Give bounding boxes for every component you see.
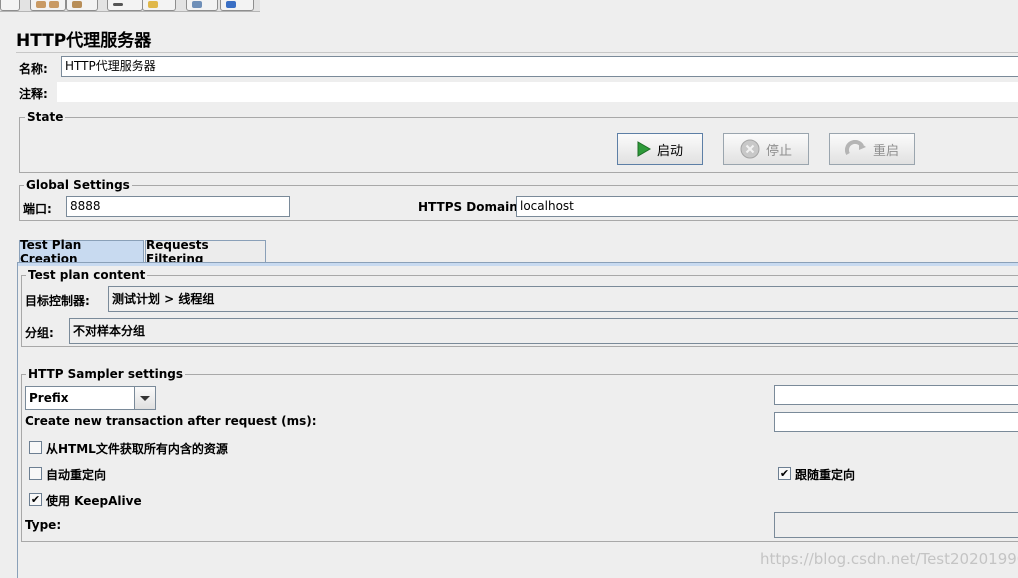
toolbar — [0, 0, 260, 12]
play-icon — [637, 141, 651, 157]
restart-button[interactable]: 重启 — [829, 133, 915, 165]
binoculars-icon — [113, 3, 123, 6]
comment-field[interactable] — [57, 82, 1018, 102]
comment-label: 注释: — [19, 87, 48, 101]
type-label: Type: — [25, 518, 62, 532]
global-settings-legend: Global Settings — [24, 178, 132, 192]
start-label: 启动 — [656, 143, 683, 159]
toolbar-button[interactable] — [30, 0, 66, 11]
restart-label: 重启 — [872, 143, 899, 159]
dropdown-button[interactable] — [134, 387, 155, 409]
follow-redirect-checkbox[interactable]: ✔ — [778, 467, 791, 480]
grouping-select[interactable]: 不对样本分组 — [69, 318, 1018, 344]
auto-redirect-label: 自动重定向 — [46, 468, 107, 482]
divider — [16, 52, 1018, 53]
target-controller-select[interactable]: 测试计划 > 线程组 — [108, 286, 1018, 312]
https-domains-field[interactable]: localhost — [516, 196, 1018, 217]
http-sampler-settings-legend: HTTP Sampler settings — [26, 367, 185, 381]
retrieve-resources-checkbox[interactable] — [29, 441, 42, 454]
toolbar-button[interactable] — [186, 0, 218, 11]
retrieve-resources-label: 从HTML文件获取所有内含的资源 — [46, 442, 228, 456]
broom-icon — [72, 1, 82, 8]
help-icon — [226, 1, 236, 8]
tab-strip — [18, 263, 1018, 266]
tab-test-plan-creation[interactable]: Test Plan Creation — [19, 238, 144, 266]
toolbar-button[interactable] — [142, 0, 176, 11]
stop-button[interactable]: 停止 — [723, 133, 809, 165]
port-label: 端口: — [23, 202, 52, 216]
target-controller-label: 目标控制器: — [25, 294, 90, 308]
keepalive-checkbox[interactable]: ✔ — [29, 493, 42, 506]
test-plan-content-legend: Test plan content — [26, 268, 148, 282]
toolbar-button[interactable] — [66, 0, 98, 11]
prefix-input[interactable] — [774, 385, 1018, 405]
type-field[interactable] — [774, 512, 1018, 538]
follow-redirect-label: 跟随重定向 — [795, 468, 856, 482]
tab-requests-filtering[interactable]: Requests Filtering — [145, 238, 266, 266]
stop-label: 停止 — [765, 143, 792, 159]
https-domains-label: HTTPS Domains: — [418, 200, 530, 214]
auto-redirect-checkbox[interactable] — [29, 467, 42, 480]
prefix-value: Prefix — [29, 391, 69, 405]
watermark-text: https://blog.csdn.net/Test20201990 — [760, 550, 1018, 568]
keepalive-label: 使用 KeepAlive — [46, 494, 142, 508]
clear-icon — [148, 1, 158, 8]
transaction-field[interactable] — [774, 412, 1018, 432]
stop-icon — [740, 139, 760, 159]
list-icon — [192, 1, 202, 8]
name-label: 名称: — [19, 62, 48, 76]
name-field[interactable]: HTTP代理服务器 — [61, 56, 1018, 77]
transaction-label: Create new transaction after request (ms… — [25, 414, 317, 428]
port-field[interactable]: 8888 — [66, 196, 290, 217]
prefix-select[interactable]: Prefix — [25, 386, 156, 410]
chevron-down-icon — [140, 396, 150, 401]
restart-icon — [844, 140, 866, 155]
start-button[interactable]: 启动 — [617, 133, 703, 165]
state-legend: State — [25, 110, 66, 124]
toolbar-button[interactable] — [0, 0, 20, 11]
toolbar-button[interactable] — [107, 0, 143, 11]
hammer-icon — [36, 1, 46, 8]
grouping-label: 分组: — [25, 326, 54, 340]
toolbar-button[interactable] — [220, 0, 254, 11]
page-title: HTTP代理服务器 — [16, 31, 152, 51]
hammer-icon — [49, 1, 59, 8]
